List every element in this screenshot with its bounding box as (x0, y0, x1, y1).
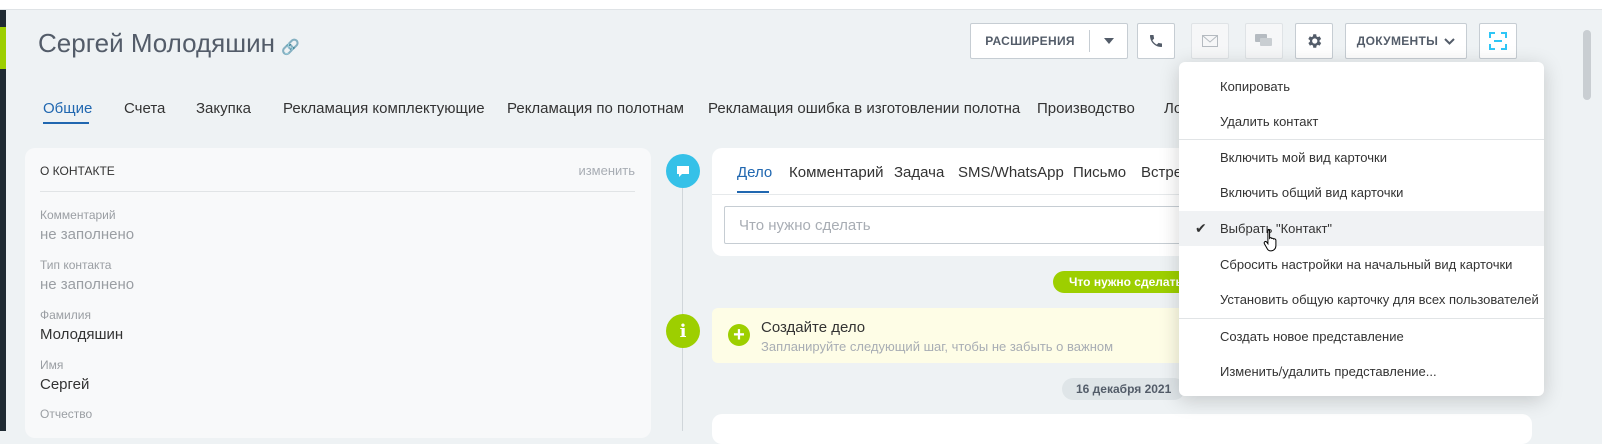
contact-info-panel: О КОНТАКТЕ изменить Комментарий не запол… (25, 148, 651, 438)
expand-icon (1489, 32, 1507, 50)
hand-cursor-icon (1263, 228, 1281, 257)
field-label: Имя (40, 358, 64, 372)
field-value: не заполнено (40, 226, 135, 243)
documents-button[interactable]: ДОКУМЕНТЫ (1345, 23, 1467, 59)
speech-bubble-icon (677, 165, 689, 177)
timeline-entry-card (712, 414, 1532, 444)
menu-item-label: Сбросить настройки на начальный вид карт… (1220, 257, 1513, 272)
tab-production[interactable]: Производство (1037, 100, 1135, 117)
chat-button[interactable] (1245, 23, 1283, 59)
date-pill: 16 декабря 2021 (1062, 378, 1186, 400)
settings-dropdown-menu: Копировать Удалить контакт Включить мой … (1179, 62, 1544, 396)
menu-item-label: Создать новое представление (1220, 329, 1404, 344)
editor-tab-activity[interactable]: Дело (737, 164, 772, 181)
phone-icon (1150, 35, 1162, 47)
active-tab-indicator (43, 122, 89, 124)
menu-item-label: Удалить контакт (1220, 114, 1319, 129)
extensions-dropdown-arrow[interactable] (1090, 24, 1128, 58)
menu-item-delete-contact[interactable]: Удалить контакт (1179, 104, 1544, 139)
link-icon[interactable]: 🔗 (281, 39, 300, 56)
chevron-down-icon (1444, 37, 1455, 45)
tab-invoices[interactable]: Счета (124, 100, 165, 117)
menu-item-copy[interactable]: Копировать (1179, 69, 1544, 104)
create-activity-subtitle: Запланируйте следующий шаг, чтобы не заб… (761, 339, 1114, 354)
extensions-button[interactable]: РАСШИРЕНИЯ (970, 23, 1128, 59)
create-activity-title[interactable]: Создайте дело (761, 319, 865, 336)
editor-active-indicator (737, 191, 769, 193)
editor-tab-task[interactable]: Задача (894, 164, 944, 181)
tab-general[interactable]: Общие (43, 100, 92, 117)
menu-item-reset-view[interactable]: Сбросить настройки на начальный вид карт… (1179, 247, 1544, 282)
check-icon: ✔ (1195, 220, 1207, 236)
menu-item-label: Изменить/удалить представление... (1220, 364, 1437, 379)
menu-item-label: Установить общую карточку для всех польз… (1220, 292, 1539, 307)
gear-icon (1308, 34, 1322, 48)
timeline-comment-marker (666, 154, 700, 188)
sidebar-accent (0, 27, 6, 69)
fullscreen-button[interactable] (1479, 23, 1517, 59)
field-value: Сергей (40, 376, 90, 393)
documents-label: ДОКУМЕНТЫ (1356, 34, 1439, 48)
field-label: Тип контакта (40, 258, 112, 272)
page-title-text: Сергей Молодяшин (38, 28, 275, 58)
menu-item-select-contact[interactable]: ✔ Выбрать "Контакт" (1179, 211, 1544, 246)
email-button[interactable] (1191, 23, 1229, 59)
tab-claims-canvases[interactable]: Рекламация по полотнам (507, 100, 684, 117)
menu-item-my-view[interactable]: Включить мой вид карточки (1179, 140, 1544, 175)
menu-item-common-view[interactable]: Включить общий вид карточки (1179, 175, 1544, 210)
panel-heading: О КОНТАКТЕ (40, 164, 115, 178)
tab-claims-manufacturing-error[interactable]: Рекламация ошибка в изготовлении полотна (708, 100, 1020, 117)
field-label: Комментарий (40, 208, 116, 222)
field-label: Фамилия (40, 308, 91, 322)
timeline-line (682, 188, 683, 431)
todo-input[interactable]: Что нужно сделать (724, 206, 1224, 244)
top-border (0, 0, 1602, 10)
settings-button[interactable] (1295, 23, 1333, 59)
divider (40, 191, 635, 192)
editor-tab-comment[interactable]: Комментарий (789, 164, 883, 181)
page-title: Сергей Молодяшин 🔗 (38, 28, 300, 59)
menu-item-label: Включить мой вид карточки (1220, 150, 1387, 165)
chat-bubbles-icon (1255, 34, 1272, 46)
page-scrollbar[interactable] (1580, 30, 1592, 431)
todo-section-pill: Что нужно сделать (1053, 271, 1199, 293)
extensions-label: РАСШИРЕНИЯ (985, 34, 1075, 48)
tab-claims-components[interactable]: Рекламация комплектующие (283, 100, 485, 117)
editor-tab-sms[interactable]: SMS/WhatsApp (958, 164, 1064, 181)
menu-item-edit-view[interactable]: Изменить/удалить представление... (1179, 354, 1544, 389)
tab-purchase[interactable]: Закупка (196, 100, 251, 117)
caret-down-icon (1104, 38, 1114, 44)
menu-item-create-view[interactable]: Создать новое представление (1179, 319, 1544, 354)
left-sidebar-strip (0, 10, 6, 431)
field-value: не заполнено (40, 276, 135, 293)
menu-item-label: Включить общий вид карточки (1220, 185, 1404, 200)
menu-item-set-common-card[interactable]: Установить общую карточку для всех польз… (1179, 282, 1544, 317)
menu-item-label: Копировать (1220, 79, 1290, 94)
field-label: Отчество (40, 407, 93, 421)
envelope-icon (1202, 35, 1218, 47)
scrollbar-thumb[interactable] (1583, 30, 1591, 100)
info-icon: i (679, 320, 687, 342)
field-value: Молодяшин (40, 326, 124, 343)
editor-tab-email[interactable]: Письмо (1073, 164, 1126, 181)
timeline-info-marker: i (666, 314, 700, 348)
plus-icon[interactable]: + (728, 324, 750, 346)
edit-link[interactable]: изменить (578, 163, 635, 178)
call-button[interactable] (1137, 23, 1175, 59)
